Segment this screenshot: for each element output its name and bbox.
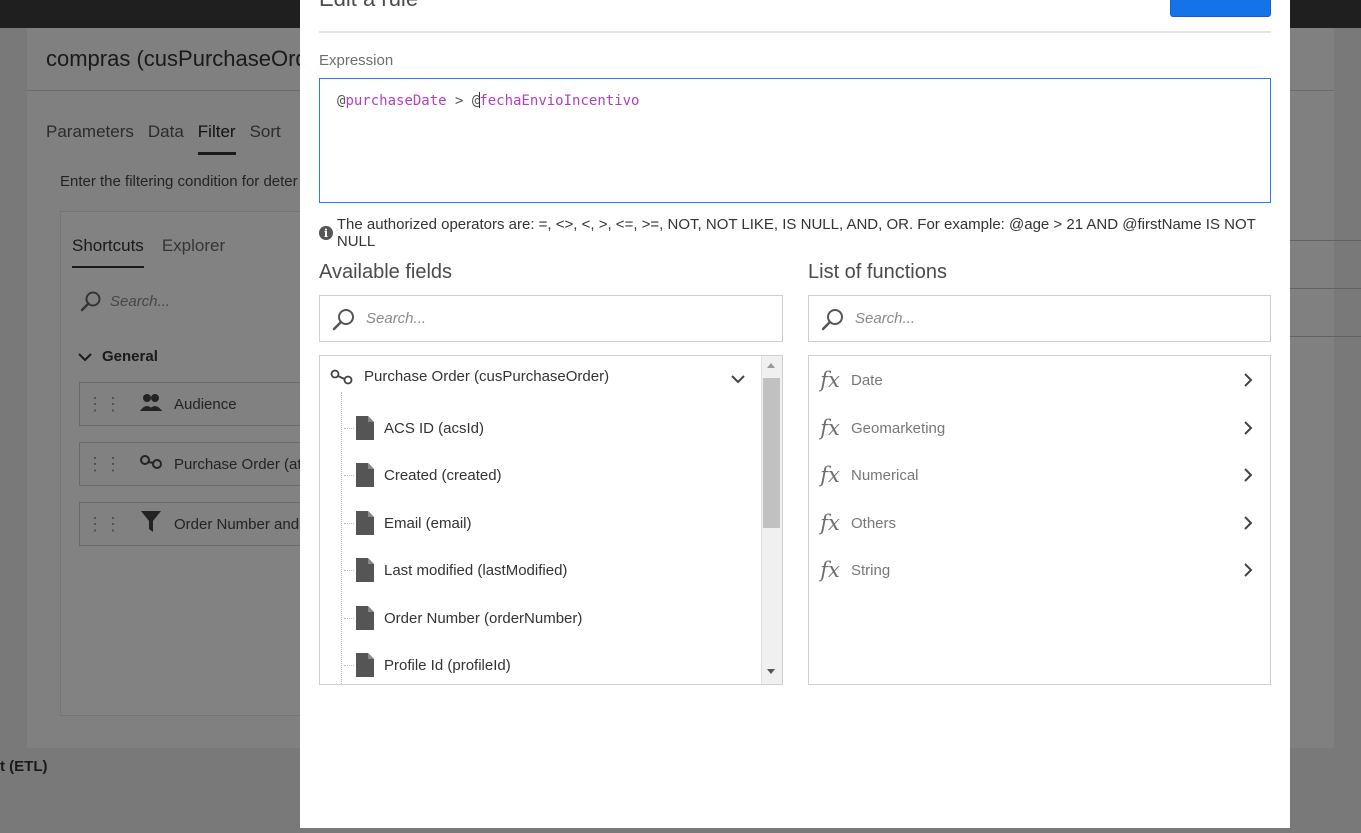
expression-field-token: fechaEnvioIncentivo [479,93,640,109]
function-label: Others [851,514,897,532]
tree-root-node[interactable]: Purchase Order (cusPurchaseOrder) [330,368,609,385]
expression-label: Expression [319,52,394,69]
chevron-down-icon[interactable] [730,371,746,389]
field-item[interactable]: Created (created) [344,460,502,490]
field-label: Created (created) [384,466,502,484]
available-fields-search-input[interactable] [366,310,746,327]
document-icon [356,606,374,630]
function-category-date[interactable]: fx Date [809,360,1270,400]
function-icon: fx [820,511,840,535]
expression-operator: > [446,93,472,109]
field-item[interactable]: Email (email) [344,508,472,538]
tree-connector [344,474,354,476]
tree-guide-line [341,392,342,684]
function-label: String [851,561,891,579]
dialog-title: Edit a rule [319,0,418,12]
document-icon [356,511,374,535]
available-fields-tree: Purchase Order (cusPurchaseOrder) ACS ID… [319,355,783,685]
edit-rule-dialog: Edit a rule Expression @purchaseDate > @… [300,0,1290,828]
confirm-button[interactable] [1170,0,1271,17]
available-fields-title: Available fields [319,261,453,283]
expression-editor[interactable]: @purchaseDate > @fechaEnvioIncentivo [319,78,1271,203]
chevron-right-icon [1225,562,1270,578]
function-icon: fx [820,463,840,487]
document-icon [356,558,374,582]
functions-search[interactable] [808,295,1271,342]
tree-connector [344,427,354,429]
tree-connector [344,522,354,524]
scroll-up-arrow-icon[interactable] [767,363,775,368]
link-icon [330,369,353,384]
search-icon [821,308,843,330]
chevron-right-icon [1225,372,1270,388]
field-item[interactable]: Order Number (orderNumber) [344,603,582,633]
functions-title: List of functions [808,261,947,283]
field-label: Order Number (orderNumber) [384,609,583,627]
dialog-divider [319,31,1271,33]
function-category-others[interactable]: fx Others [809,503,1270,543]
functions-search-input[interactable] [855,310,1235,327]
field-label: Last modified (lastModified) [384,561,568,579]
function-label: Numerical [851,466,919,484]
function-icon: fx [820,368,840,392]
field-item[interactable]: Profile Id (profileId) [344,650,511,680]
available-fields-search[interactable] [319,295,783,342]
field-item[interactable]: Last modified (lastModified) [344,555,567,585]
info-icon: i [319,226,333,240]
field-label: Email (email) [384,514,472,532]
tree-connector [344,569,354,571]
chevron-right-icon [1225,467,1270,483]
operators-info-text: The authorized operators are: =, <>, <, … [336,216,1256,250]
tree-connector [344,617,354,619]
function-icon: fx [820,416,840,440]
tree-root-label: Purchase Order (cusPurchaseOrder) [364,368,610,385]
document-icon [356,416,374,440]
function-category-geomarketing[interactable]: fx Geomarketing [809,408,1270,448]
function-category-string[interactable]: fx String [809,550,1270,590]
field-label: ACS ID (acsId) [384,419,485,437]
function-icon: fx [820,558,840,582]
expression-field-token: purchaseDate [345,93,447,109]
function-label: Geomarketing [851,419,946,437]
document-icon [356,463,374,487]
chevron-right-icon [1225,515,1270,531]
function-category-numerical[interactable]: fx Numerical [809,455,1270,495]
document-icon [356,653,374,677]
search-icon [332,308,354,330]
tree-connector [344,664,354,666]
field-item[interactable]: ACS ID (acsId) [344,413,484,443]
function-label: Date [851,371,883,389]
field-label: Profile Id (profileId) [384,656,511,674]
scroll-down-arrow-icon[interactable] [767,669,775,674]
functions-list: fx Date fx Geomarketing fx Numerical fx … [808,355,1271,685]
fields-scrollbar-thumb[interactable] [763,378,780,528]
chevron-right-icon [1225,420,1270,436]
operators-info: i The authorized operators are: =, <>, <… [319,216,1290,250]
